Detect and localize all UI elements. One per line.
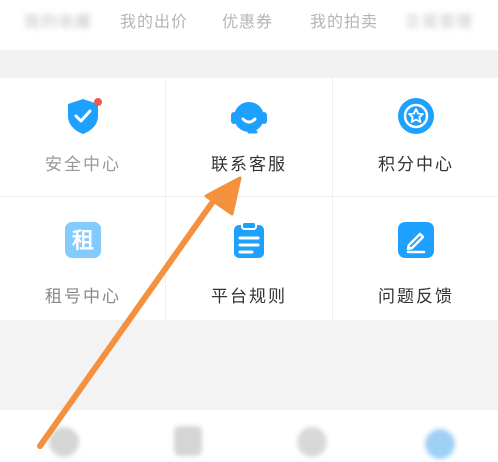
edit-icon (398, 222, 434, 258)
service-label: 联系客服 (211, 155, 287, 175)
shield-check-icon (68, 98, 102, 134)
tab-trade-management[interactable]: 交易管理 (405, 8, 473, 32)
service-label: 平台规则 (211, 287, 287, 307)
svg-text:租: 租 (72, 229, 94, 254)
service-label: 安全中心 (45, 155, 121, 175)
rent-icon: 租 (65, 222, 101, 258)
category-icon[interactable] (168, 422, 208, 462)
service-security-center[interactable]: 安全中心 (0, 78, 166, 198)
section-spacer (0, 50, 498, 78)
tab-my-auctions[interactable]: 我的拍卖 (310, 8, 378, 32)
service-label: 问题反馈 (378, 287, 454, 307)
service-contact-support[interactable]: 联系客服 (166, 78, 332, 198)
service-grid: 安全中心 联系客服 积分中心 租 租号中心 平台规则 问题反馈 (0, 78, 498, 320)
section-spacer (0, 320, 498, 410)
headset-icon (231, 102, 267, 134)
tab-my-favorites[interactable]: 我的收藏 (24, 8, 92, 32)
bottom-navigation (0, 410, 498, 459)
service-points-center[interactable]: 积分中心 (333, 78, 498, 198)
profile-icon[interactable] (420, 422, 460, 462)
service-platform-rules[interactable]: 平台规则 (166, 198, 332, 318)
service-label: 租号中心 (45, 287, 121, 307)
clipboard-icon (234, 221, 264, 258)
tab-my-bids[interactable]: 我的出价 (120, 8, 188, 32)
tab-coupons[interactable]: 优惠券 (222, 8, 273, 32)
star-badge-icon (398, 98, 434, 134)
home-icon[interactable] (44, 422, 84, 462)
service-rental-center[interactable]: 租 租号中心 (0, 198, 166, 318)
message-icon[interactable] (292, 422, 332, 462)
service-feedback[interactable]: 问题反馈 (333, 198, 498, 318)
top-tab-bar: 我的收藏 我的出价 优惠券 我的拍卖 交易管理 (0, 0, 498, 50)
service-label: 积分中心 (378, 155, 454, 175)
notification-badge (94, 98, 102, 106)
